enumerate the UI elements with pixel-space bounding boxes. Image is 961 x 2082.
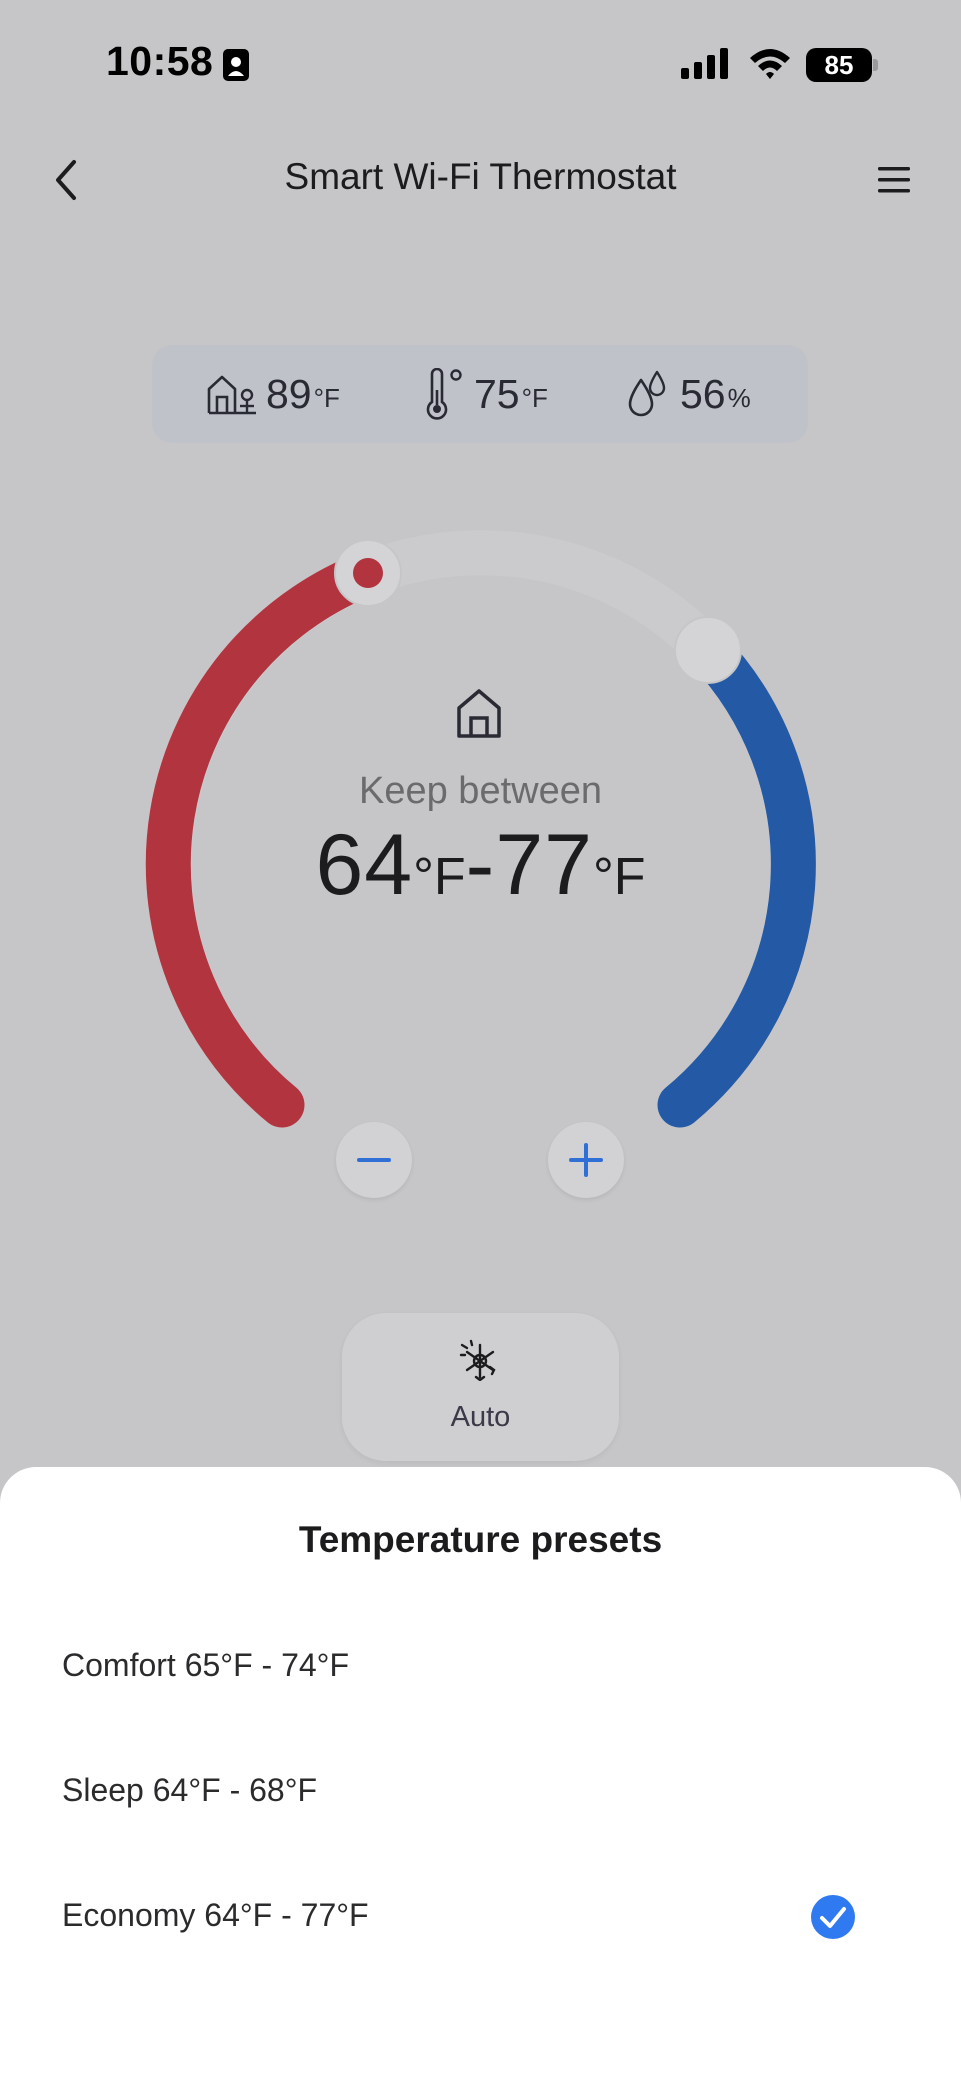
decrease-button[interactable] (336, 1122, 412, 1198)
mode-auto-button[interactable]: Auto (342, 1313, 619, 1461)
low-setpoint-unit: °F (413, 848, 466, 906)
setpoint-range: 64°F-77°F (0, 816, 961, 915)
dial-mode-label: Keep between (359, 770, 602, 812)
increase-button[interactable] (548, 1122, 624, 1198)
cool-setpoint-handle (674, 616, 742, 684)
heat-setpoint-dot (353, 558, 383, 588)
home-mode-icon (457, 689, 501, 738)
sheet-title: Temperature presets (298, 1519, 663, 1560)
preset-economy[interactable]: Economy 64°F - 77°F (0, 1861, 961, 1971)
range-dash: - (465, 817, 496, 913)
presets-bottom-sheet: Temperature presets Comfort 65°F - 74°F … (0, 1467, 961, 2082)
preset-sleep[interactable]: Sleep 64°F - 68°F (0, 1736, 961, 1846)
temperature-dial[interactable] (0, 0, 961, 1300)
preset-comfort[interactable]: Comfort 65°F - 74°F (0, 1611, 961, 1721)
preset-label: Sleep 64°F - 68°F (62, 1772, 318, 1808)
minus-icon (357, 1158, 391, 1162)
plus-icon (569, 1143, 603, 1177)
preset-label: Economy 64°F - 77°F (62, 1897, 369, 1933)
mode-label: Auto (450, 1401, 511, 1433)
high-setpoint: 77 (495, 817, 593, 913)
low-setpoint: 64 (315, 817, 414, 913)
auto-heat-cool-icon (459, 1339, 496, 1381)
high-setpoint-unit: °F (592, 848, 646, 906)
selected-check-icon (811, 1895, 855, 1939)
preset-label: Comfort 65°F - 74°F (62, 1647, 349, 1683)
